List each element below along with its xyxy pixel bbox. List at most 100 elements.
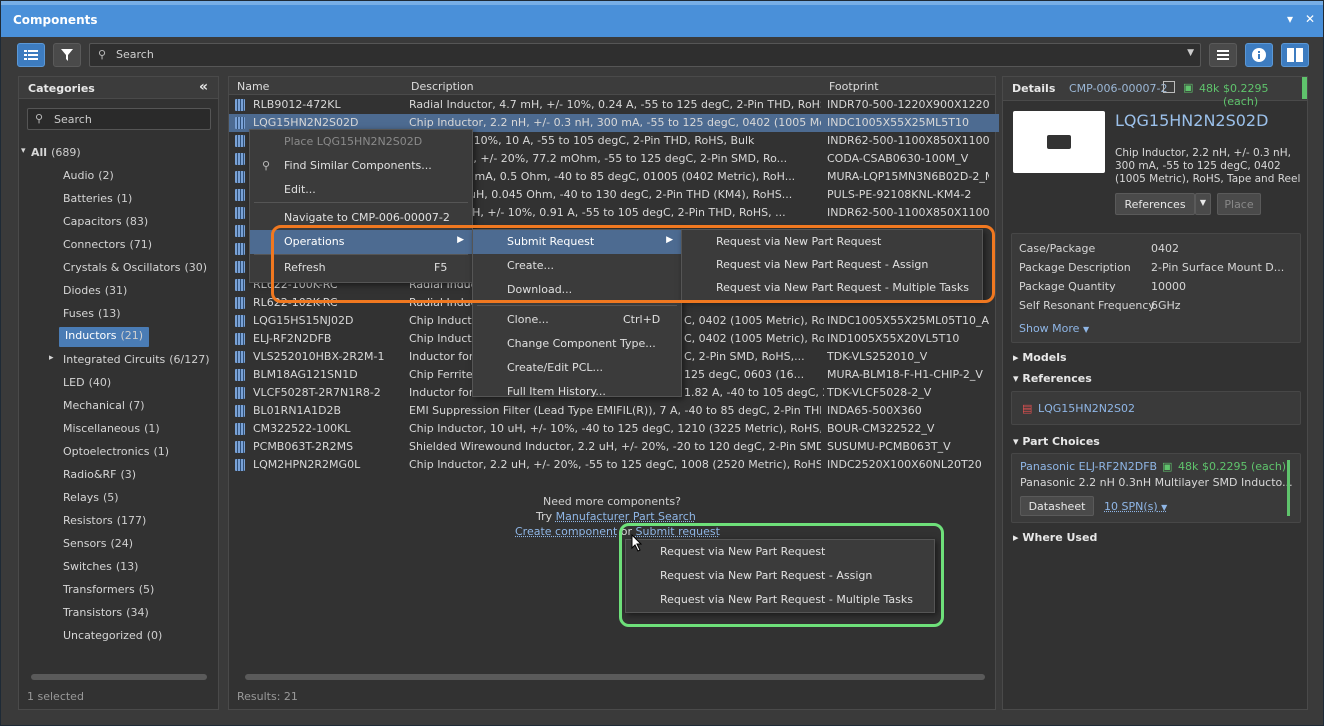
- menu-item[interactable]: Clone... Ctrl+D: [473, 308, 681, 332]
- reference-link[interactable]: LQG15HN2N2S02: [1038, 402, 1135, 415]
- category-label: Uncategorized: [63, 629, 143, 642]
- references-button[interactable]: References: [1115, 193, 1195, 215]
- cell-description: Radial Inductor, 4.7 mH, +/- 10%, 0.24 A…: [409, 98, 821, 111]
- table-row[interactable]: CM322522-100KL Chip Inductor, 10 uH, +/- …: [229, 420, 999, 438]
- categories-scrollbar[interactable]: [31, 674, 207, 680]
- table-row[interactable]: PCMB063T-2R2MS Shielded Wirewound Inducto…: [229, 438, 999, 456]
- references-label: References: [1022, 372, 1092, 385]
- part-choice-manufacturer[interactable]: Panasonic ELJ-RF2N2DFB: [1020, 460, 1157, 473]
- category-item[interactable]: Connectors (71): [63, 238, 152, 258]
- pdf-icon: ▤: [1022, 402, 1033, 415]
- category-item[interactable]: Diodes (31): [63, 284, 127, 304]
- grid-scrollbar[interactable]: [245, 674, 985, 680]
- part-choice-stock: 48k: [1178, 460, 1199, 473]
- references-section[interactable]: ▾ References: [1013, 372, 1092, 385]
- dropdown-icon[interactable]: ▾: [1287, 12, 1293, 26]
- models-section[interactable]: ▸ Models: [1013, 351, 1067, 364]
- filter-button[interactable]: [53, 43, 81, 67]
- cell-description-tail: C, 0402 (1005 Metric), Ro...: [684, 332, 824, 345]
- category-count: (1): [153, 445, 170, 458]
- column-footprint[interactable]: Footprint: [829, 80, 879, 93]
- cell-description: Chip Inductor, 2.2 uH, +/- 20%, -55 to 1…: [409, 458, 821, 471]
- create-component-link[interactable]: Create component: [515, 525, 617, 538]
- column-description[interactable]: Description: [411, 80, 474, 93]
- category-item[interactable]: Mechanical (7): [63, 399, 145, 419]
- spn-link[interactable]: 10 SPN(s) ▼: [1104, 500, 1167, 513]
- category-item[interactable]: Inductors (21): [59, 327, 150, 347]
- expand-icon[interactable]: ▸: [49, 353, 54, 363]
- place-button[interactable]: Place: [1217, 193, 1261, 215]
- where-used-section[interactable]: ▸ Where Used: [1013, 531, 1097, 544]
- cell-description: Shielded Wirewound Inductor, 2.2 uH, +/-…: [409, 440, 821, 453]
- layout-button[interactable]: [1281, 43, 1309, 67]
- details-panel: Details CMP-006-00007-2 ▣ 48k $0.2295 (e…: [1002, 76, 1308, 710]
- part-choices-section[interactable]: ▾ Part Choices: [1013, 435, 1100, 448]
- show-more-link[interactable]: Show More ▼: [1019, 322, 1089, 335]
- menu-item[interactable]: Create/Edit PCL...: [473, 356, 681, 380]
- manufacturer-part-search-link[interactable]: Manufacturer Part Search: [556, 510, 696, 523]
- title-bar: Components ▾ ✕: [1, 1, 1323, 37]
- need-more-text: Need more components?: [542, 495, 682, 508]
- category-item[interactable]: Optoelectronics (1): [63, 445, 169, 465]
- category-item[interactable]: Radio&RF (3): [63, 468, 136, 488]
- menu-item[interactable]: Place LQG15HN2N2S02D: [250, 130, 472, 154]
- parameter-name: Package Quantity: [1019, 280, 1116, 293]
- info-button[interactable]: [1245, 43, 1273, 67]
- component-icon: [235, 333, 245, 345]
- cell-name: BLM18AG121SN1D: [253, 368, 358, 381]
- category-item[interactable]: Relays (5): [63, 491, 119, 511]
- component-icon: [235, 441, 245, 453]
- checkbox[interactable]: [1163, 81, 1175, 93]
- category-count: (34): [126, 606, 149, 619]
- category-label: Diodes: [63, 284, 101, 297]
- category-item[interactable]: Transformers (5): [63, 583, 154, 603]
- category-item[interactable]: LED (40): [63, 376, 111, 396]
- collapse-icon[interactable]: «: [199, 79, 208, 95]
- component-icon: [235, 351, 245, 363]
- cell-description-tail: 1.82 A, -40 to 105 degC, 2...: [684, 386, 824, 399]
- menu-item[interactable]: Edit...: [250, 178, 472, 202]
- cell-footprint: INDR62-500-1100X850X1100: [827, 206, 989, 219]
- search-input[interactable]: ⚲ Search ▼: [89, 43, 1201, 67]
- cell-name: RLB9012-472KL: [253, 98, 341, 111]
- category-label: Relays: [63, 491, 99, 504]
- component-icon: [235, 297, 245, 309]
- chevron-down-icon[interactable]: ▼: [1187, 48, 1194, 58]
- cell-description: EMI Suppression Filter (Lead Type EMIFIL…: [409, 404, 821, 417]
- menu-item[interactable]: Change Component Type...: [473, 332, 681, 356]
- category-item[interactable]: Audio (2): [63, 169, 114, 189]
- table-row[interactable]: RLB9012-472KL Radial Inductor, 4.7 mH, +/…: [229, 96, 999, 114]
- category-item[interactable]: Switches (13): [63, 560, 138, 580]
- category-item[interactable]: Uncategorized (0): [63, 629, 162, 649]
- cell-description-tail: 125 degC, 0603 (16...: [684, 368, 805, 381]
- category-item[interactable]: ▾ All (689): [21, 146, 81, 166]
- menu-item-label: Edit...: [284, 183, 316, 196]
- category-search-input[interactable]: ⚲ Search: [27, 108, 211, 130]
- table-row[interactable]: LQM2HPN2R2MG0L Chip Inductor, 2.2 uH, +/-…: [229, 456, 999, 474]
- menu-button[interactable]: [1209, 43, 1237, 67]
- stock-count: 48k: [1199, 82, 1220, 95]
- category-item[interactable]: Crystals & Oscillators (30): [63, 261, 207, 281]
- close-icon[interactable]: ✕: [1305, 12, 1315, 26]
- category-item[interactable]: Fuses (13): [63, 307, 121, 327]
- category-item[interactable]: Miscellaneous (1): [63, 422, 160, 442]
- category-item[interactable]: Resistors (177): [63, 514, 146, 534]
- category-item[interactable]: Capacitors (83): [63, 215, 148, 235]
- column-name[interactable]: Name: [237, 80, 269, 93]
- category-item[interactable]: Sensors (24): [63, 537, 133, 557]
- list-view-button[interactable]: [17, 43, 45, 67]
- category-item[interactable]: Batteries (1): [63, 192, 132, 212]
- cell-description-tail: C, 0402 (1005 Metric), Ro...: [684, 314, 824, 327]
- try-text: Try: [536, 510, 553, 523]
- category-item[interactable]: ▸ Integrated Circuits (6/127): [49, 353, 210, 373]
- expand-icon[interactable]: ▾: [21, 146, 26, 156]
- menu-item[interactable]: Find Similar Components... ⚲: [250, 154, 472, 178]
- table-row[interactable]: BL01RN1A1D2B EMI Suppression Filter (Lead…: [229, 402, 999, 420]
- categories-panel: Categories « ⚲ Search ▾ All (689) Audio (2) Ba…: [18, 76, 219, 710]
- references-dropdown-icon[interactable]: ▼: [1195, 193, 1211, 215]
- parameter-value: 10000: [1151, 280, 1186, 293]
- datasheet-button[interactable]: Datasheet: [1020, 496, 1094, 516]
- component-icon: [235, 459, 245, 471]
- menu-item[interactable]: Full Item History...: [473, 380, 681, 404]
- category-item[interactable]: Transistors (34): [63, 606, 149, 626]
